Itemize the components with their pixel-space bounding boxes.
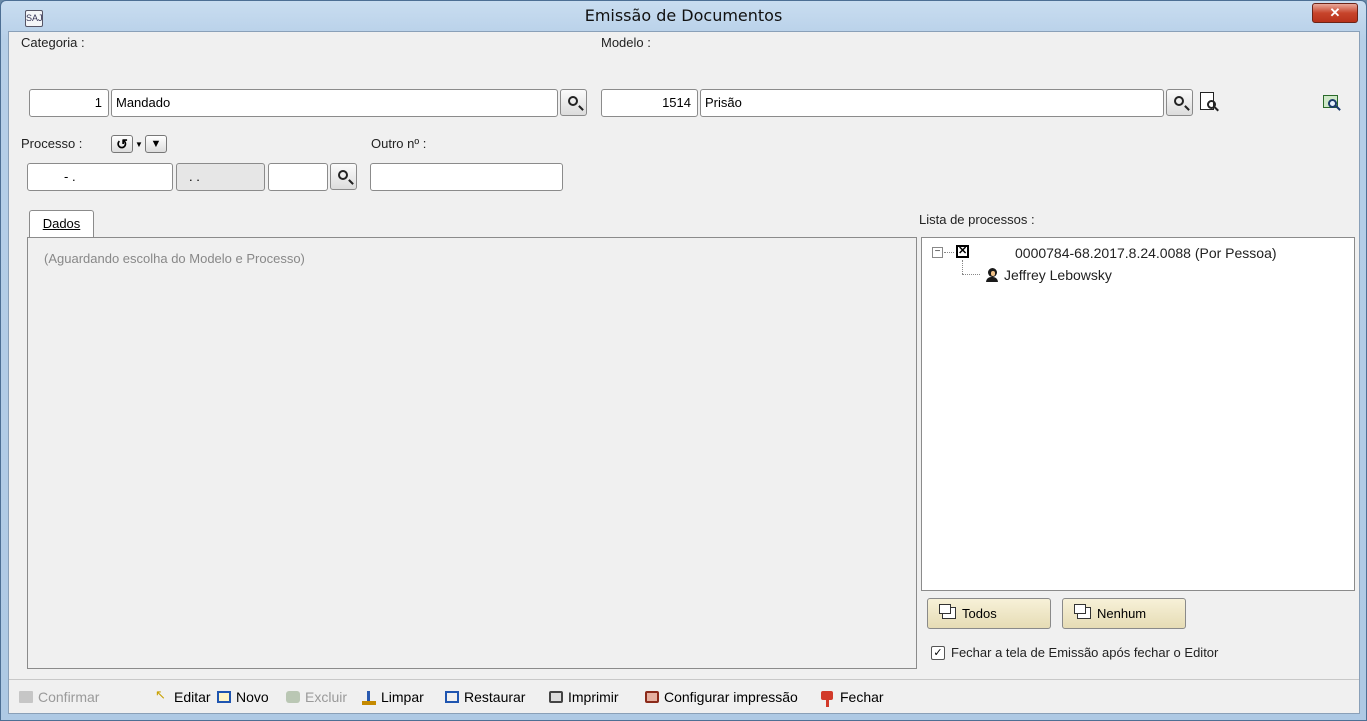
check-all-icon: [939, 604, 956, 619]
print-setup-label: Configurar impressão: [664, 689, 798, 705]
title-bar: SAJ Emissão de Documentos ✕: [1, 1, 1366, 31]
window-title: Emissão de Documentos: [584, 6, 783, 25]
process-tree[interactable]: − ✕ 0000784-68.2017.8.24.0088 (Por Pesso…: [921, 237, 1355, 591]
processo-number-input[interactable]: - .: [27, 163, 173, 191]
person-icon: [986, 268, 998, 282]
categoria-label: Categoria :: [21, 35, 85, 50]
new-label: Novo: [236, 689, 269, 705]
exit-icon: [821, 691, 833, 707]
categoria-name-input[interactable]: Mandado: [111, 89, 558, 117]
select-all-label: Todos: [962, 606, 997, 621]
clear-label: Limpar: [381, 689, 424, 705]
process-checkbox[interactable]: ✕: [956, 245, 969, 258]
dados-placeholder-text: (Aguardando escolha do Modelo e Processo…: [44, 251, 305, 266]
printer-icon: [549, 691, 563, 703]
categoria-code-input[interactable]: 1: [29, 89, 109, 117]
search-icon: [1174, 96, 1184, 106]
restore-icon: [445, 691, 459, 703]
undo-icon[interactable]: ↺: [111, 135, 133, 153]
broom-icon: [362, 691, 376, 705]
form-body: Categoria : 1 Mandado Modelo : 1514 Pris…: [8, 31, 1360, 714]
main-window: SAJ Emissão de Documentos ✕ Categoria : …: [0, 0, 1367, 721]
new-icon: [217, 691, 231, 703]
dados-panel: (Aguardando escolha do Modelo e Processo…: [27, 237, 917, 669]
delete-icon: [286, 691, 300, 703]
tab-dados-label: Dados: [42, 216, 81, 231]
save-icon: [19, 691, 33, 703]
close-form-label: Fechar: [840, 689, 884, 705]
modelo-label: Modelo :: [601, 35, 651, 50]
bottom-toolbar: Confirmar ↖ Editar Novo Excluir Limpar R…: [9, 679, 1359, 713]
search-icon: [338, 170, 348, 180]
fechar-checkbox[interactable]: ✓: [931, 646, 945, 660]
search-icon: [568, 96, 578, 106]
printer-setup-icon: [645, 691, 659, 703]
search-document-icon[interactable]: [1322, 93, 1342, 113]
chevron-down-icon[interactable]: ▼: [145, 135, 167, 153]
select-none-button[interactable]: Nenhum: [1062, 598, 1186, 629]
select-all-button[interactable]: Todos: [927, 598, 1051, 629]
close-button[interactable]: ✕: [1312, 3, 1358, 23]
tab-dados[interactable]: Dados: [29, 210, 94, 237]
modelo-name-input[interactable]: Prisão: [700, 89, 1164, 117]
delete-label: Excluir: [305, 689, 348, 705]
categoria-search-button[interactable]: [560, 89, 587, 116]
print-label: Imprimir: [568, 689, 619, 705]
edit-label: Editar: [174, 689, 211, 705]
collapse-icon[interactable]: −: [932, 247, 943, 258]
person-item-label[interactable]: Jeffrey Lebowsky: [1004, 267, 1112, 283]
preview-document-icon[interactable]: [1198, 91, 1220, 115]
fechar-checkbox-label[interactable]: Fechar a tela de Emissão após fechar o E…: [951, 645, 1218, 660]
processo-year-input[interactable]: . .: [176, 163, 265, 191]
processo-foro-input[interactable]: [268, 163, 328, 191]
dropdown-arrow-icon[interactable]: ▼: [135, 140, 143, 149]
uncheck-all-icon: [1074, 604, 1091, 619]
processo-label: Processo :: [21, 136, 83, 151]
outro-number-input[interactable]: [370, 163, 563, 191]
select-none-label: Nenhum: [1097, 606, 1147, 621]
lista-label: Lista de processos :: [919, 212, 1035, 227]
process-item-label[interactable]: 0000784-68.2017.8.24.0088 (Por Pessoa): [1015, 245, 1277, 261]
modelo-search-button[interactable]: [1166, 89, 1193, 116]
processo-search-button[interactable]: [330, 163, 357, 190]
restore-label: Restaurar: [464, 689, 526, 705]
modelo-code-input[interactable]: 1514: [601, 89, 698, 117]
outro-label: Outro nº :: [371, 136, 427, 151]
confirm-label: Confirmar: [38, 689, 100, 705]
cursor-icon: ↖: [155, 687, 166, 702]
